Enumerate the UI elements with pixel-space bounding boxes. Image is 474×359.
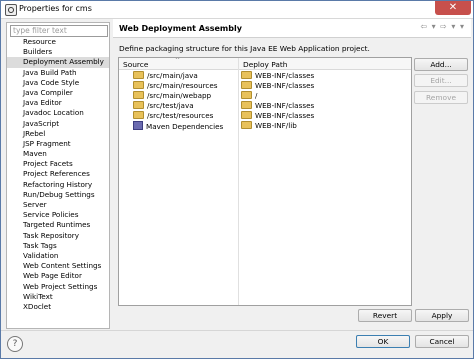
nav-item[interactable]: Task Tags xyxy=(7,241,109,251)
source-text: /src/main/webapp xyxy=(147,91,212,100)
assembly-table: Source ^ Deploy Path /src/main/java WEB-I… xyxy=(118,57,412,306)
folder-icon xyxy=(241,71,252,79)
nav-item[interactable]: JSP Fragment xyxy=(7,139,109,149)
close-icon[interactable]: ✕ xyxy=(435,1,471,15)
window-title: Properties for cms xyxy=(19,4,92,13)
table-row[interactable]: /src/test/resources WEB-INF/classes xyxy=(119,111,411,121)
page-description: Define packaging structure for this Java… xyxy=(119,44,370,53)
nav-item[interactable]: Task Repository xyxy=(7,231,109,241)
nav-item[interactable]: WikiText xyxy=(7,292,109,302)
nav-item[interactable]: Run/Debug Settings xyxy=(7,190,109,200)
filter-input[interactable]: type filter text xyxy=(10,25,108,37)
folder-icon xyxy=(241,121,252,129)
folder-icon xyxy=(133,71,144,79)
remove-button[interactable]: Remove xyxy=(414,91,468,104)
nav-item[interactable]: Validation xyxy=(7,251,109,261)
title-bar: Properties for cms ✕ xyxy=(1,1,473,19)
source-text: /src/test/java xyxy=(147,101,194,110)
deploy-path-text: WEB-INF/classes xyxy=(255,81,315,90)
nav-item[interactable]: Deployment Assembly xyxy=(7,57,109,68)
source-text: /src/test/resources xyxy=(147,111,214,120)
deploy-path-cell: WEB-INF/classes xyxy=(241,71,314,81)
source-cell: /src/test/resources xyxy=(133,111,213,121)
column-header-source[interactable]: Source xyxy=(123,60,148,69)
nav-item[interactable]: Resource xyxy=(7,37,109,47)
deploy-path-cell: WEB-INF/classes xyxy=(241,111,314,121)
deploy-path-text: WEB-INF/classes xyxy=(255,101,315,110)
column-header-deploy-path[interactable]: Deploy Path xyxy=(243,60,287,69)
table-row[interactable]: /src/test/java WEB-INF/classes xyxy=(119,101,411,111)
nav-item[interactable]: Refactoring History xyxy=(7,180,109,190)
table-row[interactable]: /src/main/webapp / xyxy=(119,91,411,101)
source-cell: /src/main/resources xyxy=(133,81,218,91)
nav-item[interactable]: JavaScript xyxy=(7,119,109,129)
page-header: Web Deployment Assembly ⇦ ▾ ⇨ ▾ ▾ xyxy=(113,19,471,38)
folder-icon xyxy=(133,101,144,109)
deploy-path-text: / xyxy=(255,91,258,100)
app-icon xyxy=(5,4,17,16)
folder-icon xyxy=(133,111,144,119)
nav-item[interactable]: Java Code Style xyxy=(7,78,109,88)
preference-nav-panel: type filter text Resource Builders Deploym… xyxy=(6,22,110,329)
source-text: /src/main/resources xyxy=(147,81,218,90)
nav-item[interactable]: Server xyxy=(7,200,109,210)
preference-nav-list: Resource Builders Deployment Assembly Java … xyxy=(7,37,109,312)
page-title: Web Deployment Assembly xyxy=(119,24,242,33)
source-cell: /src/main/webapp xyxy=(133,91,211,101)
table-row[interactable]: /src/main/resources WEB-INF/classes xyxy=(119,81,411,91)
apply-button[interactable]: Apply xyxy=(415,309,469,322)
deploy-path-cell: WEB-INF/classes xyxy=(241,81,314,91)
folder-icon xyxy=(241,91,252,99)
folder-icon xyxy=(241,111,252,119)
table-row[interactable]: Maven Dependencies WEB-INF/lib xyxy=(119,121,411,131)
nav-item[interactable]: JRebel xyxy=(7,129,109,139)
table-header: Source ^ Deploy Path xyxy=(119,58,411,70)
nav-item[interactable]: Web Project Settings xyxy=(7,282,109,292)
folder-icon xyxy=(241,101,252,109)
ok-button[interactable]: OK xyxy=(356,335,410,348)
folder-icon xyxy=(133,81,144,89)
footer-divider xyxy=(1,330,473,331)
edit-button[interactable]: Edit... xyxy=(414,74,468,87)
nav-item[interactable]: XDoclet xyxy=(7,302,109,312)
folder-icon xyxy=(133,91,144,99)
cancel-button[interactable]: Cancel xyxy=(415,335,469,348)
source-text: Maven Dependencies xyxy=(146,122,224,131)
properties-dialog: Properties for cms ✕ type filter text Re… xyxy=(0,0,474,359)
nav-item[interactable]: Targeted Runtimes xyxy=(7,220,109,230)
nav-item[interactable]: Web Content Settings xyxy=(7,261,109,271)
nav-item[interactable]: Project References xyxy=(7,169,109,179)
source-text: /src/main/java xyxy=(147,71,198,80)
nav-item[interactable]: Web Page Editor xyxy=(7,271,109,281)
nav-item[interactable]: Builders xyxy=(7,47,109,57)
add-button[interactable]: Add... xyxy=(414,58,468,71)
nav-item[interactable]: Javadoc Location xyxy=(7,108,109,118)
help-icon[interactable]: ? xyxy=(7,336,23,352)
nav-item[interactable]: Java Editor xyxy=(7,98,109,108)
nav-item[interactable]: Service Policies xyxy=(7,210,109,220)
deploy-path-cell: WEB-INF/classes xyxy=(241,101,314,111)
library-icon xyxy=(133,121,143,130)
nav-item[interactable]: Project Facets xyxy=(7,159,109,169)
source-cell: /src/test/java xyxy=(133,101,194,111)
deploy-path-text: WEB-INF/lib xyxy=(255,121,297,130)
deploy-path-cell: / xyxy=(241,91,257,101)
revert-button[interactable]: Revert xyxy=(358,309,412,322)
history-arrows-icon[interactable]: ⇦ ▾ ⇨ ▾ ▾ xyxy=(420,22,465,31)
deploy-path-text: WEB-INF/classes xyxy=(255,71,315,80)
source-cell: /src/main/java xyxy=(133,71,198,81)
deploy-path-text: WEB-INF/classes xyxy=(255,111,315,120)
folder-icon xyxy=(241,81,252,89)
table-row[interactable]: /src/main/java WEB-INF/classes xyxy=(119,71,411,81)
nav-item[interactable]: Java Build Path xyxy=(7,68,109,78)
source-cell: Maven Dependencies xyxy=(133,121,223,132)
sort-indicator-icon: ^ xyxy=(175,57,181,64)
deploy-path-cell: WEB-INF/lib xyxy=(241,121,297,131)
nav-item[interactable]: Maven xyxy=(7,149,109,159)
nav-item[interactable]: Java Compiler xyxy=(7,88,109,98)
